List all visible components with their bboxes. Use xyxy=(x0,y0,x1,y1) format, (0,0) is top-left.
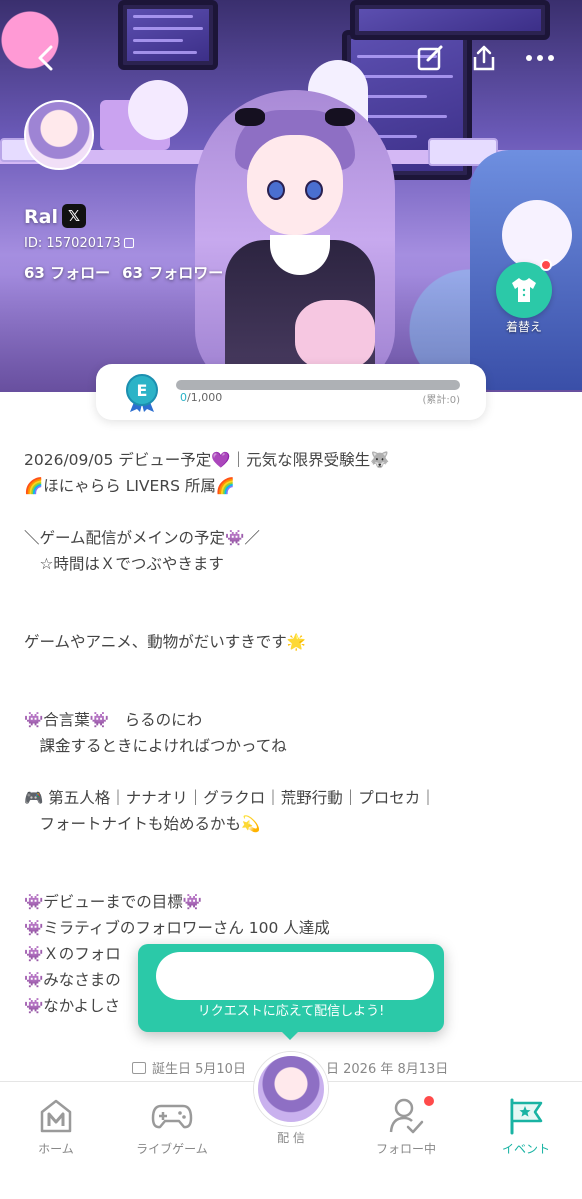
bio-line: 👾デビューまでの目標👾 xyxy=(24,893,203,911)
following-notification-dot xyxy=(424,1096,434,1106)
birthday-text: 誕生日 5月10日 xyxy=(152,1062,246,1077)
bio-line: ゲームやアニメ、動物がだいすきです🌟 xyxy=(24,633,307,651)
bio-line: 👾ミラティブのフォロワーさん 100 人達成 xyxy=(24,919,330,937)
following-count[interactable]: 63 フォロー xyxy=(24,264,110,282)
follow-stats: 63 フォロー 63 フォロワー xyxy=(24,262,223,283)
shirt-icon xyxy=(512,278,536,302)
bio-line xyxy=(24,837,564,863)
toast-message: リクエストに応えて配信しよう! xyxy=(197,1004,385,1019)
level-progress: 0/1,000 xyxy=(180,391,222,404)
bio-line: ＼ゲーム配信がメインの予定👾／ xyxy=(24,529,260,547)
user-id[interactable]: ID: 157020173 xyxy=(24,236,134,251)
nav-following[interactable]: フォロー中 xyxy=(356,1096,456,1157)
cake-icon xyxy=(132,1062,146,1074)
birthday: 誕生日 5月10日 xyxy=(132,1058,246,1077)
avatar-character xyxy=(165,70,425,390)
level-progress-bar xyxy=(176,380,460,390)
chevron-left-icon xyxy=(38,45,53,71)
profile-avatar[interactable] xyxy=(24,100,94,170)
bio-line: 課金するときによければつかってね xyxy=(24,737,287,755)
bio-line: ☆時間はＸでつぶやきます xyxy=(24,555,224,573)
share-icon xyxy=(473,45,495,71)
request-toast[interactable]: リクエストに応えて配信しよう! xyxy=(138,944,444,1040)
person-check-icon xyxy=(389,1098,424,1134)
bio-line: 2026/09/05 デビュー予定💜｜元気な限界受験生🐺 xyxy=(24,451,390,469)
redacted-area xyxy=(156,952,434,1000)
bio-line xyxy=(24,603,564,629)
nav-stream-label: 配 信 xyxy=(277,1131,305,1145)
nav-stream[interactable]: 配 信 xyxy=(241,1052,341,1146)
bottom-nav: ホーム ライブゲーム 配 信 フォロー中 イベント xyxy=(0,1052,582,1199)
bio-line xyxy=(24,577,564,603)
bunny-plush-right xyxy=(502,200,572,270)
dress-up-label: 着替え xyxy=(505,320,542,334)
nav-following-label: フォロー中 xyxy=(375,1142,436,1156)
left-monitor xyxy=(118,0,218,70)
level-card[interactable]: E 0/1,000 (累計:0) xyxy=(96,364,486,420)
nav-live-game[interactable]: ライブゲーム xyxy=(122,1096,222,1157)
toast-pointer xyxy=(280,1030,300,1040)
edit-profile-button[interactable] xyxy=(412,40,448,76)
level-badge-icon: E xyxy=(126,374,158,412)
edit-icon xyxy=(417,45,443,71)
user-name: Ral xyxy=(24,206,58,228)
nav-event-label: イベント xyxy=(501,1142,550,1156)
more-icon xyxy=(526,55,554,61)
nav-event[interactable]: イベント xyxy=(476,1096,576,1157)
back-button[interactable] xyxy=(28,40,64,76)
bio-line xyxy=(24,759,564,785)
nav-home-label: ホーム xyxy=(38,1142,74,1156)
x-link-icon[interactable]: 𝕏 xyxy=(62,204,86,228)
flag-icon xyxy=(510,1098,543,1135)
follower-count[interactable]: 63 フォロワー xyxy=(122,264,223,282)
copy-icon[interactable] xyxy=(123,238,134,248)
bio-line xyxy=(24,863,564,889)
profile-banner: Ral 𝕏 ID: 157020173 63 フォロー 63 フォロワー 着替え xyxy=(0,0,582,392)
nav-live-game-label: ライブゲーム xyxy=(136,1142,208,1156)
user-id-text: ID: 157020173 xyxy=(24,236,121,251)
level-progress-current: 0 xyxy=(180,391,187,404)
bio-line xyxy=(24,499,564,525)
nav-home[interactable]: ホーム xyxy=(6,1096,106,1157)
top-right-monitor xyxy=(350,0,550,40)
share-button[interactable] xyxy=(466,40,502,76)
level-letter: E xyxy=(137,381,148,400)
more-options-button[interactable] xyxy=(522,40,558,76)
bio-line: フォートナイトも始めるかも💫 xyxy=(24,815,261,833)
stream-avatar xyxy=(254,1052,328,1126)
profile-bio: 2026/09/05 デビュー予定💜｜元気な限界受験生🐺 🌈ほにゃらら LIVER… xyxy=(24,447,564,1019)
notification-dot xyxy=(540,259,552,271)
level-total: (累計:0) xyxy=(422,395,460,406)
bio-line xyxy=(24,655,564,681)
bio-line: 🌈ほにゃらら LIVERS 所属🌈 xyxy=(24,477,236,495)
level-progress-rest: /1,000 xyxy=(187,391,223,404)
gamepad-icon xyxy=(151,1104,193,1129)
home-icon xyxy=(40,1099,72,1133)
bio-line xyxy=(24,681,564,707)
bio-line: 👾合言葉👾 らるのにわ xyxy=(24,711,203,729)
debut-date: 日 2026 年 8月13日 xyxy=(326,1062,449,1077)
bio-line: 🎮 第五人格｜ナナオリ｜グラクロ｜荒野行動｜プロセカ｜ xyxy=(24,789,436,807)
